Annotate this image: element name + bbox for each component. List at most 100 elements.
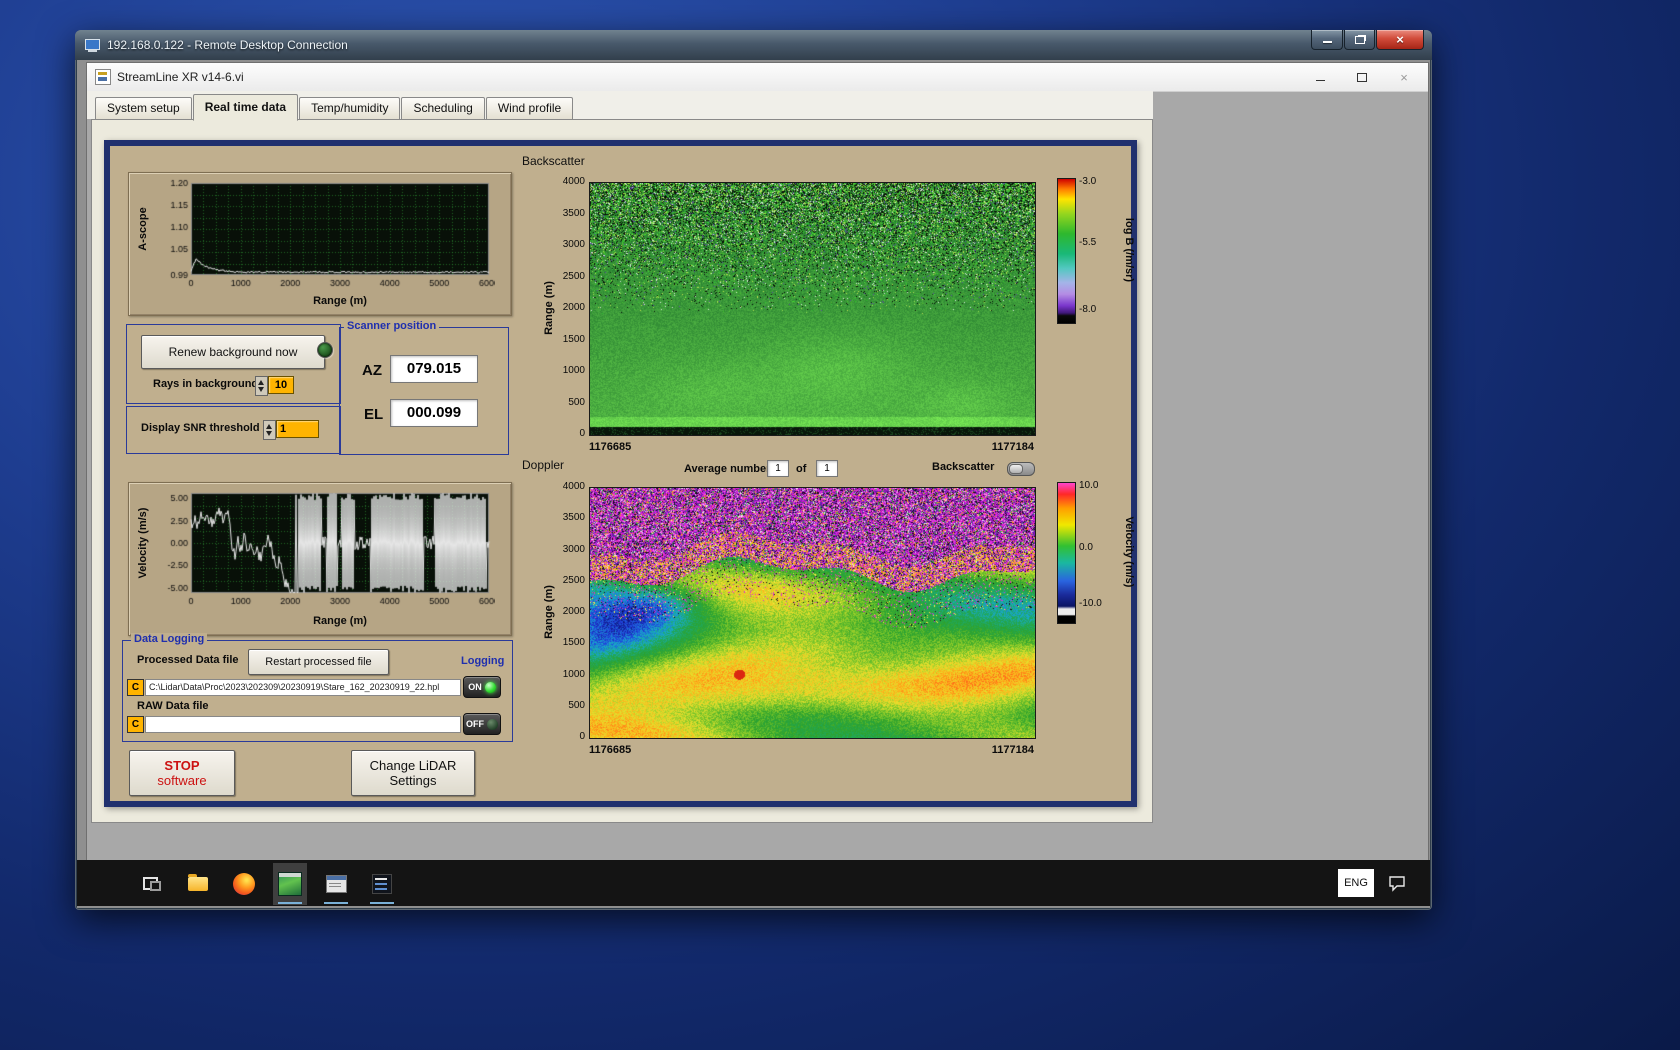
tab-label: System setup [107,101,180,115]
off-label: OFF [466,719,484,729]
doppler-colorbar [1057,482,1076,624]
app-minimize-button[interactable] [1308,67,1332,87]
y-axis-tick: 2500 [562,270,585,282]
doppler-plot [589,487,1036,739]
y-axis-tick: 3000 [562,543,585,555]
app-restore-button[interactable] [1350,67,1374,87]
processed-logging-on-button[interactable]: ON [463,676,501,698]
data-logging-group: Data Logging Processed Data file Restart… [122,633,513,742]
stop-line2: software [157,773,207,788]
task-view-button[interactable] [135,863,169,905]
backscatter-toggle-label: Backscatter [932,461,995,473]
processed-data-file-label: Processed Data file [137,654,239,666]
colorbar-tick: -8.0 [1079,304,1097,316]
raw-path-field[interactable] [145,716,461,733]
raw-drive-box[interactable]: C [127,716,144,733]
scanner-position-group: Scanner position AZ 079.015 EL 000.099 [339,320,509,455]
azimuth-value-field[interactable]: 079.015 [390,355,478,383]
app-close-button[interactable]: × [1392,67,1416,87]
renew-background-button[interactable]: Renew background now [141,335,325,369]
scan-scheduler-button[interactable] [319,863,353,905]
y-axis-tick: 1000 [562,365,585,376]
colorbar-tick: -5.5 [1079,236,1097,248]
velocity-chart: Velocity (m/s) Range (m) [128,482,512,636]
on-led-icon [484,681,496,693]
app-thumbnail-icon [278,872,302,896]
rays-spinner[interactable] [255,376,268,396]
scanner-position-title: Scanner position [344,320,440,332]
task-view-icon [143,877,161,891]
y-axis-tick: 3000 [562,239,585,250]
y-axis-tick: 4000 [562,481,585,492]
raw-data-file-label: RAW Data file [137,700,209,712]
app-titlebar[interactable]: StreamLine XR v14-6.vi × [87,63,1428,92]
language-indicator[interactable]: ENG [1338,869,1374,897]
streamline-app-button[interactable] [273,863,307,905]
colorbar-tick: 10.0 [1079,480,1099,492]
y-axis-tick: 1500 [562,333,585,345]
change-lidar-settings-button[interactable]: Change LiDAR Settings [351,750,475,796]
change-line1: Change LiDAR [369,758,457,773]
remote-desktop-icon [85,38,100,52]
tab-bar: System setup Real time data Temp/humidit… [95,93,574,121]
colorbar-tick: 0.0 [1079,541,1093,553]
desktop: { "window": { "title": "192.168.0.122 - … [0,0,1680,1050]
firefox-icon [233,873,255,895]
folder-icon [188,874,208,891]
tab-wind-profile[interactable]: Wind profile [485,97,574,120]
x-axis-end-tick: 1177184 [991,744,1034,756]
tab-system-setup[interactable]: System setup [95,97,192,120]
stop-software-button[interactable]: STOP software [129,750,235,796]
snr-threshold-group: Display SNR threshold 1 [126,406,341,454]
y-axis-tick: 500 [568,396,585,408]
y-axis-tick: 2000 [562,606,585,617]
background-led-indicator [317,342,333,358]
rdp-window: 192.168.0.122 - Remote Desktop Connectio… [75,30,1432,910]
raw-logging-off-button[interactable]: OFF [463,713,501,735]
rdp-maximize-button[interactable] [1344,30,1375,50]
y-axis-tick: 3500 [562,207,585,219]
processed-drive-box[interactable]: C [127,679,144,696]
rays-value-field[interactable]: 10 [268,376,294,394]
firefox-button[interactable] [227,863,261,905]
backscatter-colorbar [1057,178,1076,324]
colorbar-tick: -3.0 [1079,176,1097,188]
notification-icon[interactable] [1388,874,1406,892]
off-led-icon [487,718,498,730]
rdp-titlebar[interactable]: 192.168.0.122 - Remote Desktop Connectio… [75,30,1432,60]
labview-vi-icon [95,69,111,85]
y-axis-tick: 3500 [562,512,585,524]
snr-value-field[interactable]: 1 [276,420,319,438]
of-label: of [796,463,807,475]
change-line2: Settings [389,773,437,788]
tab-label: Real time data [204,100,287,114]
tab-scheduling[interactable]: Scheduling [401,97,485,120]
processed-path-field[interactable]: C:\Lidar\Data\Proc\2023\202309\20230919\… [145,679,461,696]
tab-real-time-data[interactable]: Real time data [192,94,299,121]
tab-page: A-scope Range (m) Renew background now R… [91,119,1153,823]
tab-label: Temp/humidity [311,101,389,115]
file-explorer-button[interactable] [181,863,215,905]
background-controls-group: Renew background now Rays in background … [126,324,341,404]
snr-spinner[interactable] [263,420,276,440]
ascope-x-axis-label: Range (m) [313,295,367,307]
doppler-colorbar-label: Velocity (m/s) [1123,516,1135,588]
elevation-label: EL [364,406,384,423]
restart-processed-file-button[interactable]: Restart processed file [248,649,389,675]
log-viewer-button[interactable] [365,863,399,905]
velocity-plot [155,489,495,613]
tab-label: Scheduling [413,101,473,115]
rdp-close-button[interactable]: × [1376,30,1424,50]
backscatter-toggle-switch[interactable] [1007,462,1035,476]
rays-in-background-label: Rays in background [153,378,259,390]
y-axis-tick: 2500 [562,574,585,586]
logging-label: Logging [461,655,505,667]
rdp-minimize-button[interactable] [1311,30,1343,50]
backscatter-section-title: Backscatter [522,154,585,168]
app-window-title: StreamLine XR v14-6.vi [117,70,244,84]
elevation-value-field[interactable]: 000.099 [390,399,478,427]
x-axis-end-tick: 1177184 [991,441,1034,453]
main-panel: A-scope Range (m) Renew background now R… [104,140,1137,807]
tab-temp-humidity[interactable]: Temp/humidity [299,97,401,120]
y-axis-tick: 1000 [562,668,585,680]
